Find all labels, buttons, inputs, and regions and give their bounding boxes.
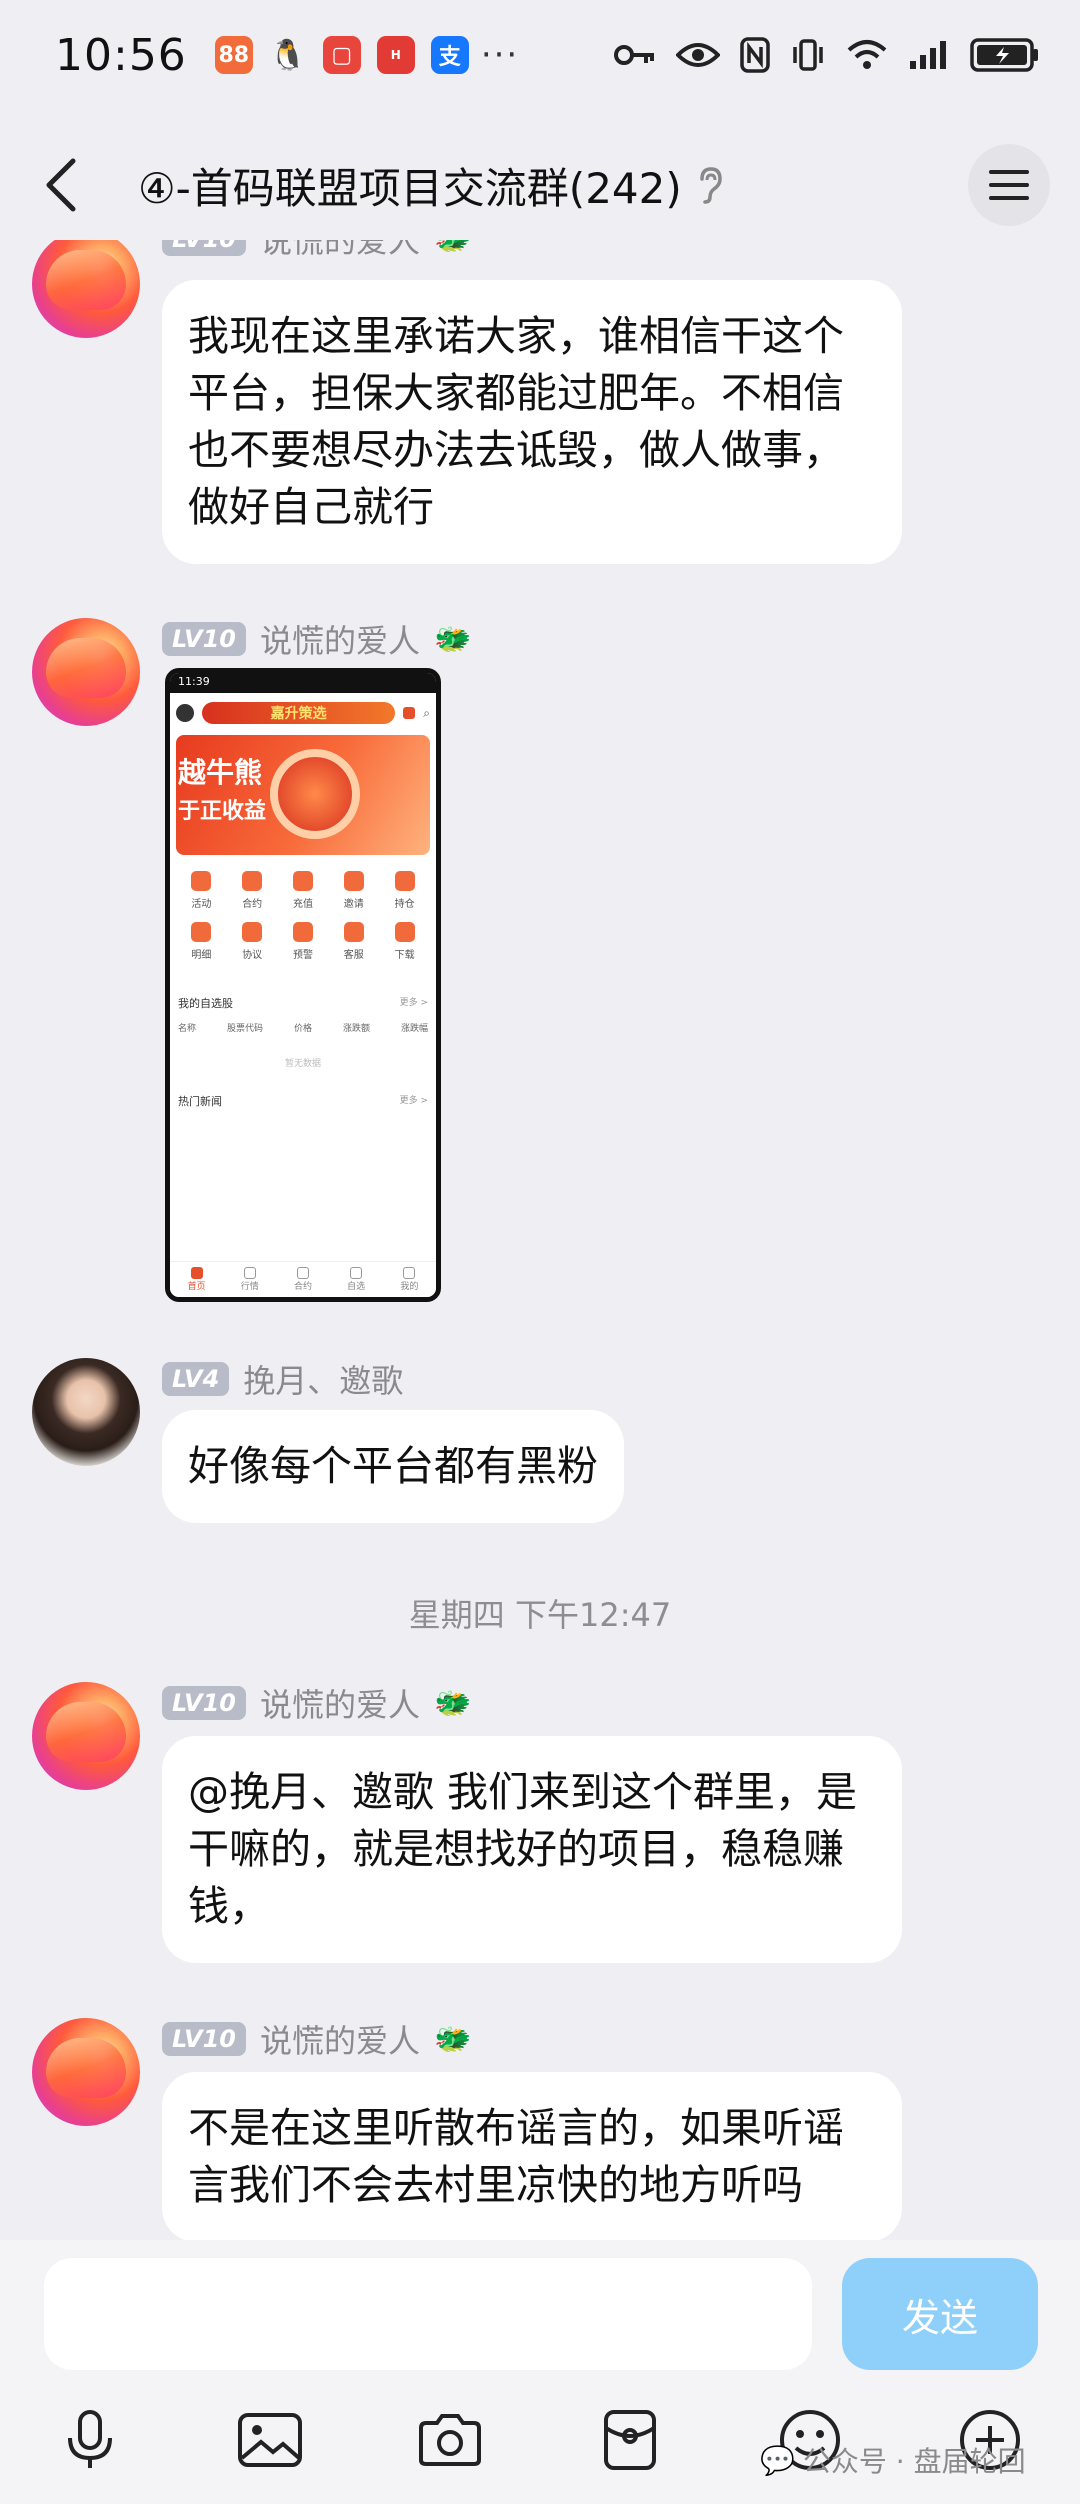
- earpiece-mode-icon: [696, 165, 724, 205]
- chat-message-list[interactable]: LV10 说慌的爱人 🐲 我现在这里承诺大家，谁相信干这个平台，担保大家都能过肥…: [0, 240, 1080, 2240]
- menu-button[interactable]: [968, 144, 1050, 226]
- camera-icon[interactable]: [410, 2400, 490, 2480]
- level-badge: LV10: [162, 2022, 246, 2056]
- search-icon: ⌕: [423, 705, 430, 720]
- sender-nickname[interactable]: 说慌的爱人: [260, 240, 420, 262]
- key-icon: [614, 35, 656, 75]
- message-input[interactable]: [44, 2258, 812, 2370]
- sender-meta: LV10 说慌的爱人 🐲: [162, 1680, 471, 1726]
- banner-graphic: [270, 749, 360, 839]
- gift-icon: [403, 707, 416, 719]
- grid-item: 下载: [379, 922, 430, 961]
- tab-item: 合约: [294, 1267, 312, 1292]
- image-message[interactable]: 11:39 嘉升策选 ⌕ 越牛熊 于正收益 活动 合约 充值 邀请 持仓 明细 …: [165, 668, 441, 1302]
- tab-item: 行情: [241, 1267, 259, 1292]
- level-badge: LV10: [162, 240, 246, 256]
- red-app-icon: ▢: [322, 36, 361, 74]
- sender-meta: LV4 挽月、邀歌: [162, 1356, 403, 1402]
- sender-nickname[interactable]: 说慌的爱人: [260, 2016, 420, 2062]
- grid-item: 协议: [227, 922, 278, 961]
- avatar[interactable]: [32, 1682, 140, 1790]
- sender-meta: LV10 说慌的爱人 🐲: [162, 616, 471, 662]
- screenshot-topbar: 嘉升策选 ⌕: [170, 693, 436, 733]
- back-arrow-icon: [46, 158, 76, 212]
- apps-icon: 88: [214, 36, 253, 74]
- avatar[interactable]: [32, 240, 140, 338]
- qq-icon: 🐧: [269, 37, 307, 73]
- dragon-badge-icon: 🐲: [433, 2021, 472, 2057]
- grid-item: 预警: [278, 922, 329, 961]
- screenshot-banner: 越牛熊 于正收益: [176, 735, 430, 855]
- tab-item: 我的: [400, 1267, 418, 1292]
- group-title[interactable]: ④-首码联盟项目交流群(242): [138, 155, 682, 216]
- avatar[interactable]: [32, 2018, 140, 2126]
- message-text: 好像每个平台都有黑粉: [188, 1442, 598, 1490]
- grid-item: 邀请: [328, 871, 379, 910]
- send-button[interactable]: 发送: [842, 2258, 1038, 2370]
- message-timestamp: 星期四 下午12:47: [408, 1596, 672, 1634]
- dragon-badge-icon: 🐲: [433, 621, 472, 657]
- battery-icon: [970, 35, 1040, 75]
- message-bubble[interactable]: 不是在这里听散布谣言的，如果听谣言我们不会去村里凉快的地方听吗: [162, 2072, 902, 2240]
- sender-meta: LV10 说慌的爱人 🐲: [162, 2016, 471, 2062]
- red-packet-icon[interactable]: [590, 2400, 670, 2480]
- message-bubble[interactable]: 好像每个平台都有黑粉: [162, 1410, 624, 1523]
- avatar[interactable]: [32, 618, 140, 726]
- image-icon[interactable]: [230, 2400, 310, 2480]
- message-text: 不是在这里听散布谣言的，如果听谣言我们不会去村里凉快的地方听吗: [188, 2104, 844, 2209]
- level-badge: LV10: [162, 622, 246, 656]
- signal-icon: [908, 35, 950, 75]
- watermark-text: 公众号 · 盘届轮回: [802, 2445, 1026, 2478]
- status-time: 10:56: [55, 29, 187, 81]
- wifi-icon: [846, 35, 888, 75]
- huawei-icon: H: [376, 36, 415, 74]
- screenshot-status-bar: 11:39: [170, 673, 436, 693]
- status-bar: 10:56 88 🐧 ▢ H 支 ···: [0, 0, 1080, 110]
- status-app-icons: 88 🐧 ▢ H 支: [214, 36, 469, 74]
- nfc-icon: [740, 35, 770, 75]
- tab-item: 首页: [188, 1267, 206, 1292]
- vibrate-icon: [790, 35, 826, 75]
- back-button[interactable]: [30, 150, 90, 220]
- grid-item: 明细: [176, 922, 227, 961]
- grid-item: 充值: [278, 871, 329, 910]
- sender-nickname[interactable]: 说慌的爱人: [260, 1680, 420, 1726]
- message-text: 我现在这里承诺大家，谁相信干这个平台，担保大家都能过肥年。不相信也不要想尽办法去…: [188, 312, 844, 531]
- watchlist-empty: 暂无数据: [284, 1059, 321, 1069]
- message-bubble[interactable]: @挽月、邀歌 我们来到这个群里，是干嘛的，就是想找好的项目，稳稳赚钱，: [162, 1736, 902, 1963]
- screenshot-app-logo: 嘉升策选: [202, 702, 396, 724]
- more-notifications-icon: ···: [480, 35, 520, 75]
- composer: 发送 💬 公众号 · 盘届轮回: [0, 2240, 1080, 2504]
- sender-meta: LV10 说慌的爱人 🐲: [162, 240, 471, 262]
- screenshot-avatar: [176, 704, 194, 722]
- avatar[interactable]: [32, 1358, 140, 1466]
- grid-item: 合约: [227, 871, 278, 910]
- chat-header: ④-首码联盟项目交流群(242): [0, 130, 1080, 240]
- screenshot-feature-grid: 活动 合约 充值 邀请 持仓 明细 协议 预警 客服 下载: [170, 857, 436, 969]
- watchlist-header: 我的自选股 更多 >: [178, 997, 428, 1010]
- status-indicators: [614, 35, 1040, 75]
- mic-icon[interactable]: [50, 2400, 130, 2480]
- hamburger-menu-icon: [989, 170, 1029, 200]
- tab-item: 自选: [347, 1267, 365, 1292]
- screenshot-tabbar: 首页 行情 合约 自选 我的: [170, 1261, 436, 1297]
- grid-item: 活动: [176, 871, 227, 910]
- watchlist-columns: 名称 股票代码 价格 涨跌额 涨跌幅: [178, 1024, 428, 1034]
- level-badge: LV10: [162, 1686, 246, 1720]
- news-header: 热门新闻 更多 >: [178, 1095, 428, 1108]
- grid-item: 客服: [328, 922, 379, 961]
- message-text: @挽月、邀歌 我们来到这个群里，是干嘛的，就是想找好的项目，稳稳赚钱，: [188, 1768, 858, 1930]
- dragon-badge-icon: 🐲: [433, 1685, 472, 1721]
- watermark: 💬 公众号 · 盘届轮回: [760, 2440, 1026, 2480]
- sender-nickname[interactable]: 挽月、邀歌: [243, 1356, 403, 1402]
- level-badge: LV4: [162, 1362, 230, 1396]
- wechat-icon: 💬: [760, 2443, 795, 2477]
- sender-nickname[interactable]: 说慌的爱人: [260, 616, 420, 662]
- message-bubble[interactable]: 我现在这里承诺大家，谁相信干这个平台，担保大家都能过肥年。不相信也不要想尽办法去…: [162, 280, 902, 564]
- alipay-icon: 支: [430, 36, 469, 74]
- eye-icon: [676, 35, 720, 75]
- grid-item: 持仓: [379, 871, 430, 910]
- dragon-badge-icon: 🐲: [434, 240, 471, 257]
